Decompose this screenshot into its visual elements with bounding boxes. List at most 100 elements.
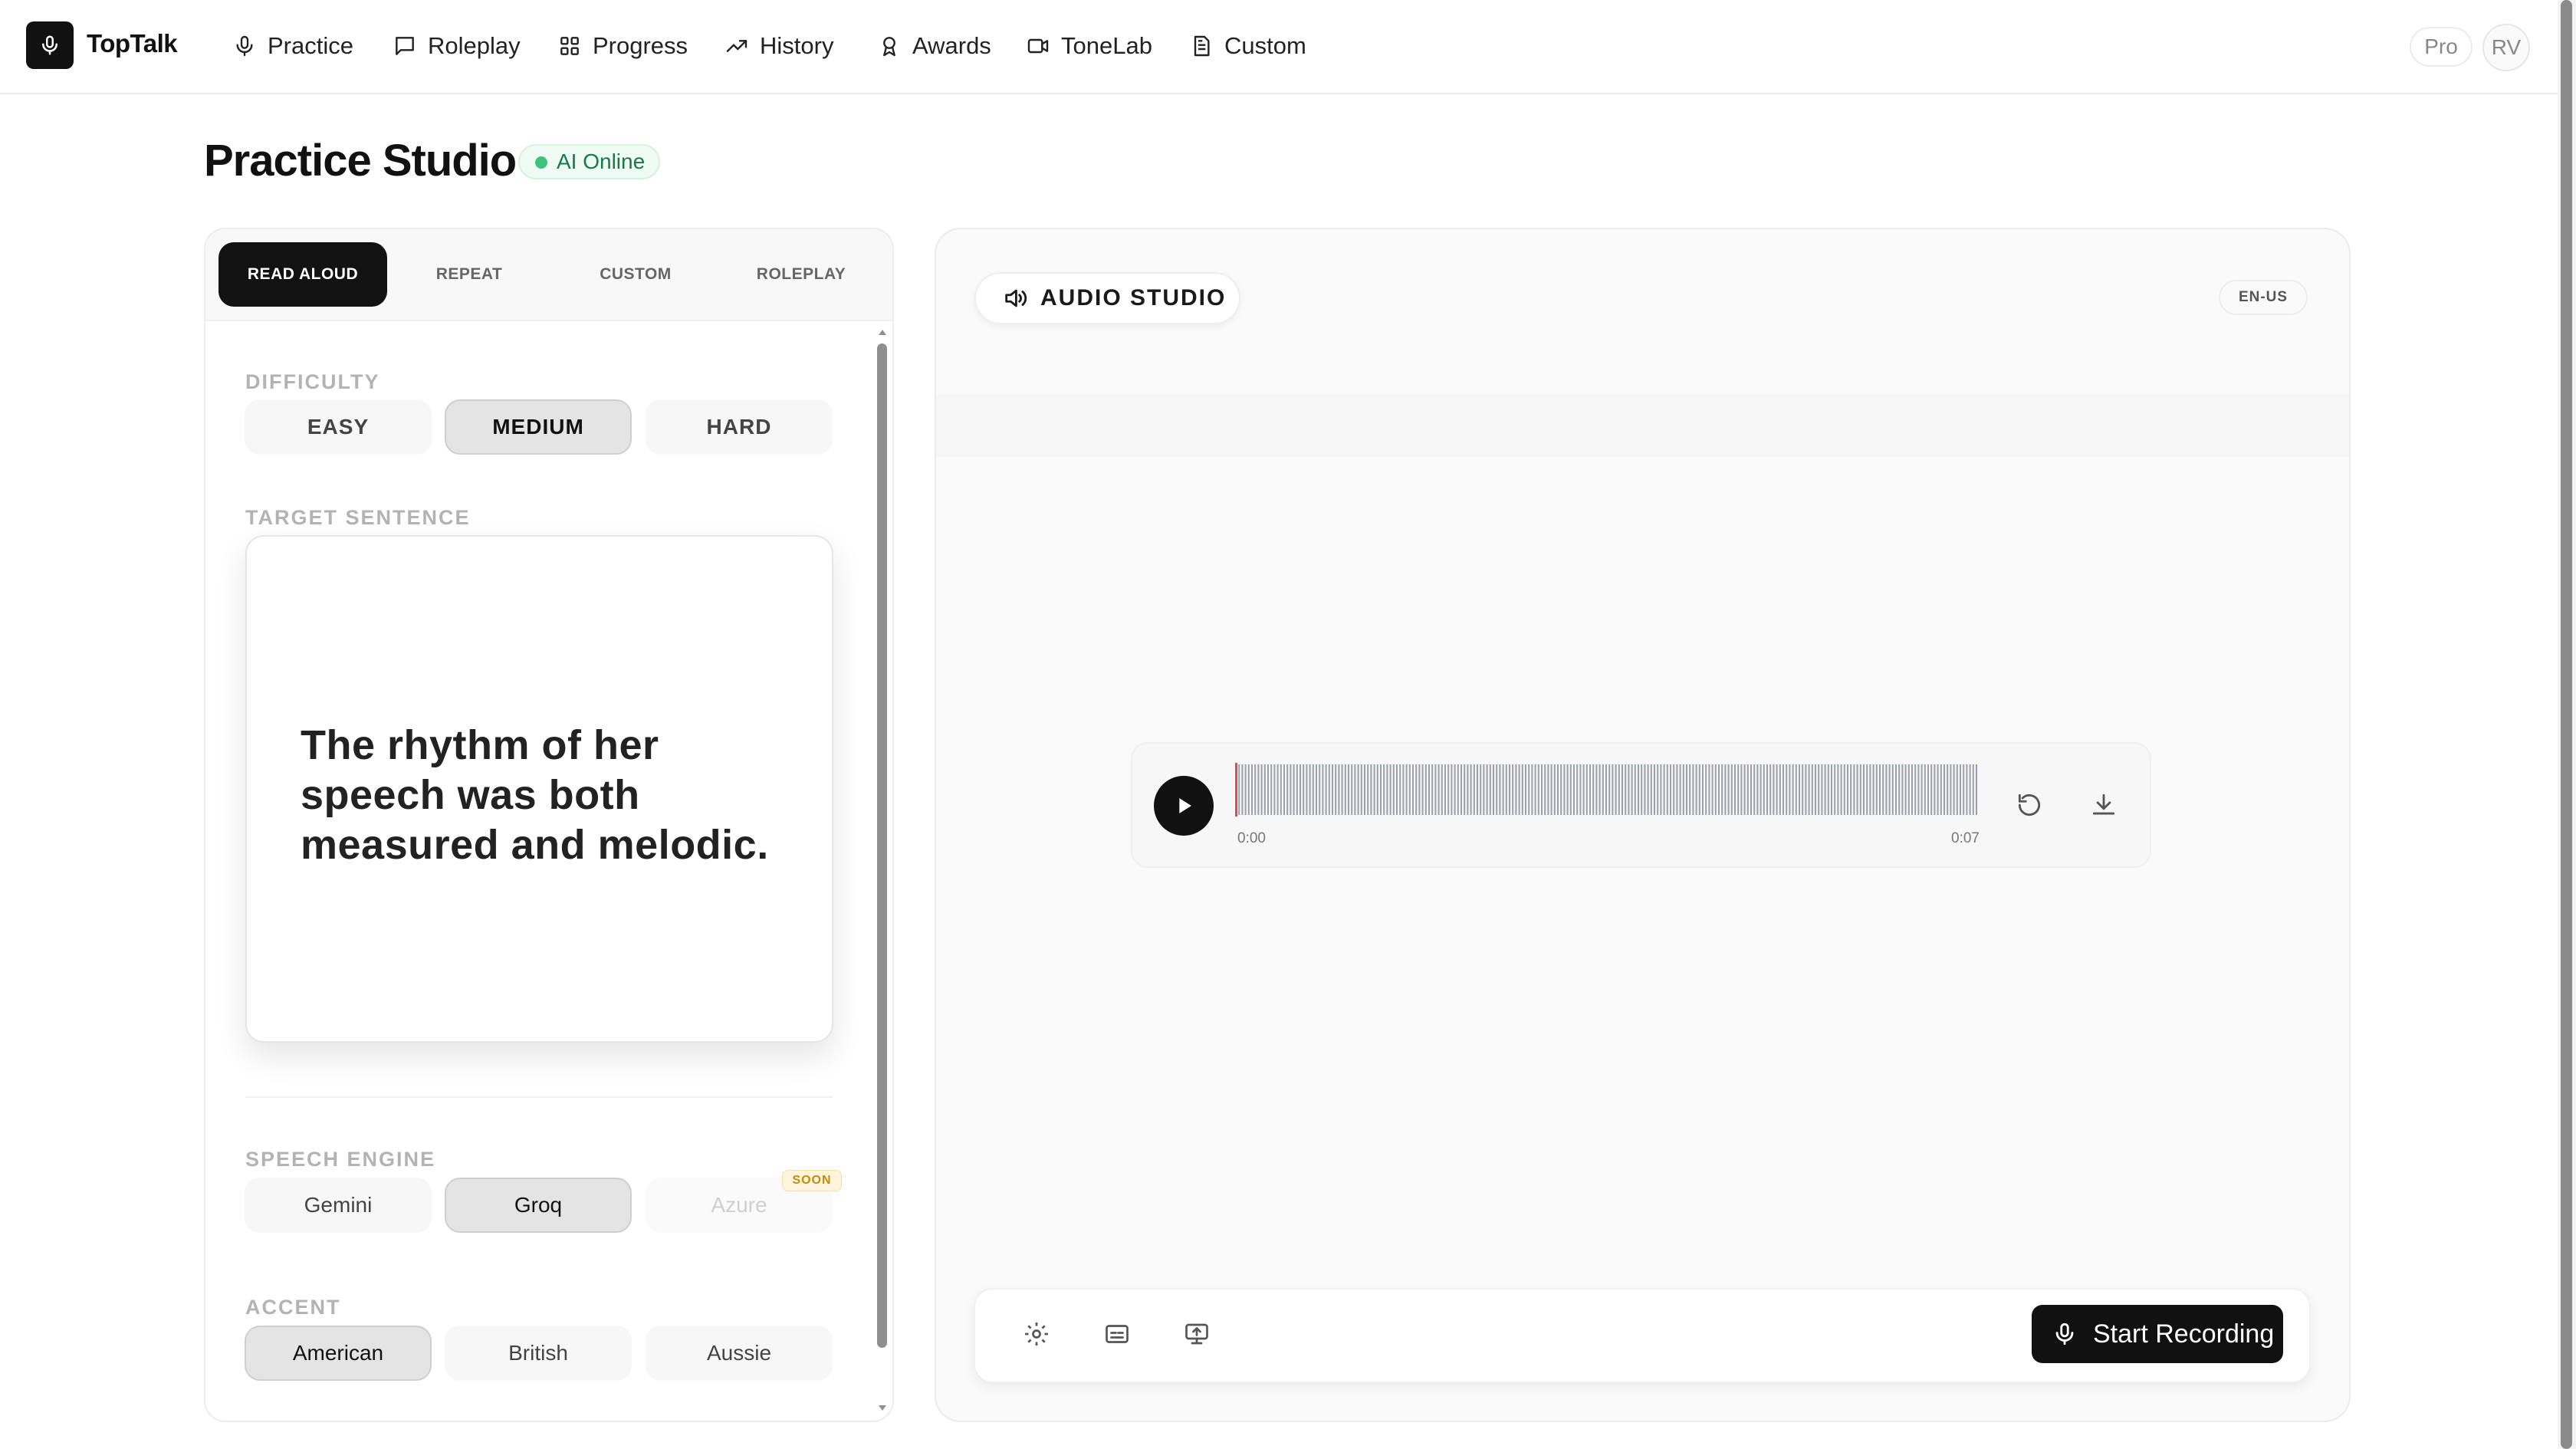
- waveform-bar: [1837, 764, 1839, 815]
- tab-read-aloud[interactable]: READ ALOUD: [219, 242, 387, 307]
- difficulty-easy-button[interactable]: EASY: [245, 399, 432, 455]
- download-button[interactable]: [2081, 782, 2127, 828]
- waveform-bar: [1760, 764, 1762, 815]
- waveform-bar: [1560, 764, 1562, 815]
- waveform-bar: [1602, 764, 1604, 815]
- waveform-bar: [1566, 764, 1569, 815]
- waveform-bar: [1563, 764, 1566, 815]
- waveform-bar: [1460, 764, 1462, 815]
- panel-scrollbar-thumb[interactable]: [877, 343, 887, 1348]
- waveform-bar: [1783, 764, 1784, 815]
- waveform-bar: [1373, 764, 1375, 815]
- waveform-bar: [1354, 764, 1356, 815]
- waveform-bar: [1332, 764, 1333, 815]
- play-button[interactable]: [1154, 776, 1214, 836]
- difficulty-hard-button[interactable]: HARD: [646, 399, 833, 455]
- waveform-bar: [1753, 764, 1756, 815]
- waveform-bar: [1692, 764, 1694, 815]
- waveform-bar: [1714, 764, 1717, 815]
- nav-item-awards[interactable]: Awards: [877, 29, 991, 63]
- nav-item-history[interactable]: History: [724, 29, 833, 63]
- waveform-bar: [1914, 764, 1917, 815]
- waveform-bar: [1940, 764, 1942, 815]
- waveform-bar: [1367, 764, 1369, 815]
- waveform-bar: [1863, 764, 1865, 815]
- tab-custom[interactable]: CUSTOM: [551, 242, 720, 307]
- document-icon: [1194, 35, 1210, 57]
- waveform-bar: [1644, 764, 1646, 815]
- waveform-bar: [1473, 764, 1475, 815]
- waveform-bar: [1821, 764, 1823, 815]
- waveform-bar: [1673, 764, 1675, 815]
- waveform-bar: [1856, 764, 1858, 815]
- nav-item-roleplay[interactable]: Roleplay: [393, 29, 521, 63]
- nav-label: Awards: [912, 32, 991, 59]
- nav-item-custom[interactable]: Custom: [1189, 29, 1306, 63]
- avatar[interactable]: RV: [2482, 24, 2530, 71]
- waveform-bar: [1634, 764, 1636, 815]
- waveform-bar: [1638, 764, 1639, 815]
- waveform-bar: [1808, 764, 1810, 815]
- waveform-bar: [1293, 764, 1295, 815]
- nav-label: History: [760, 32, 834, 59]
- accent-aussie-button[interactable]: Aussie: [646, 1326, 833, 1381]
- waveform-bar: [1357, 764, 1359, 815]
- waveform-bar: [1740, 764, 1743, 815]
- waveform-bar: [1257, 764, 1260, 815]
- waveform-bar: [1769, 764, 1772, 815]
- start-recording-button[interactable]: Start Recording: [2032, 1305, 2283, 1363]
- nav-item-tonelab[interactable]: ToneLab: [1026, 29, 1152, 63]
- nav-item-practice[interactable]: Practice: [232, 29, 353, 63]
- waveform-bar: [1309, 764, 1311, 815]
- waveform-bar: [1869, 764, 1871, 815]
- present-button[interactable]: [1174, 1311, 1220, 1357]
- waveform-bar: [1493, 764, 1494, 815]
- captions-button[interactable]: [1094, 1311, 1140, 1357]
- engine-groq-button[interactable]: Groq: [445, 1178, 632, 1233]
- accent-british-button[interactable]: British: [445, 1326, 632, 1381]
- waveform-bar: [1608, 764, 1611, 815]
- waveform-bar: [1911, 764, 1913, 815]
- waveform-bar: [1937, 764, 1939, 815]
- engine-gemini-button[interactable]: Gemini: [245, 1178, 432, 1233]
- waveform[interactable]: [1235, 763, 1982, 816]
- waveform-bar: [1682, 764, 1684, 815]
- waveform-bar: [1553, 764, 1556, 815]
- plan-badge[interactable]: Pro: [2410, 27, 2472, 67]
- logo-mic-icon[interactable]: [26, 21, 74, 69]
- waveform-bar: [1380, 764, 1382, 815]
- mic-icon: [2055, 1322, 2074, 1346]
- tab-repeat[interactable]: REPEAT: [385, 242, 554, 307]
- waveform-bar: [1641, 764, 1643, 815]
- waveform-bar: [1724, 764, 1727, 815]
- tab-roleplay[interactable]: ROLEPLAY: [717, 242, 886, 307]
- waveform-bar: [1840, 764, 1842, 815]
- waveform-bar: [1663, 764, 1665, 815]
- accent-american-button[interactable]: American: [245, 1326, 432, 1381]
- nav-item-progress[interactable]: Progress: [557, 29, 688, 63]
- difficulty-medium-button[interactable]: MEDIUM: [445, 399, 632, 455]
- waveform-bar: [1251, 764, 1253, 815]
- waveform-bar: [1792, 764, 1794, 815]
- brand-name[interactable]: TopTalk: [87, 29, 178, 58]
- replay-button[interactable]: [2006, 782, 2052, 828]
- waveform-bar: [1686, 764, 1687, 815]
- playhead[interactable]: [1235, 763, 1237, 816]
- waveform-bar: [1434, 764, 1437, 815]
- waveform-bar: [1509, 764, 1510, 815]
- waveform-bar: [1489, 764, 1491, 815]
- settings-button[interactable]: [1014, 1311, 1060, 1357]
- waveform-bar: [1534, 764, 1536, 815]
- waveform-bar: [1276, 764, 1279, 815]
- waveform-bar: [1628, 764, 1630, 815]
- waveform-bar: [1875, 764, 1878, 815]
- nav-label: Progress: [593, 32, 688, 59]
- screen-share-icon: [1185, 1323, 1208, 1345]
- page-scrollbar-thumb[interactable]: [2561, 0, 2572, 1449]
- waveform-bar: [1944, 764, 1945, 815]
- waveform-bar: [1695, 764, 1697, 815]
- waveform-bar: [1711, 764, 1714, 815]
- waveform-bar: [1306, 764, 1308, 815]
- language-badge[interactable]: EN-US: [2219, 280, 2308, 315]
- waveform-bar: [1464, 764, 1466, 815]
